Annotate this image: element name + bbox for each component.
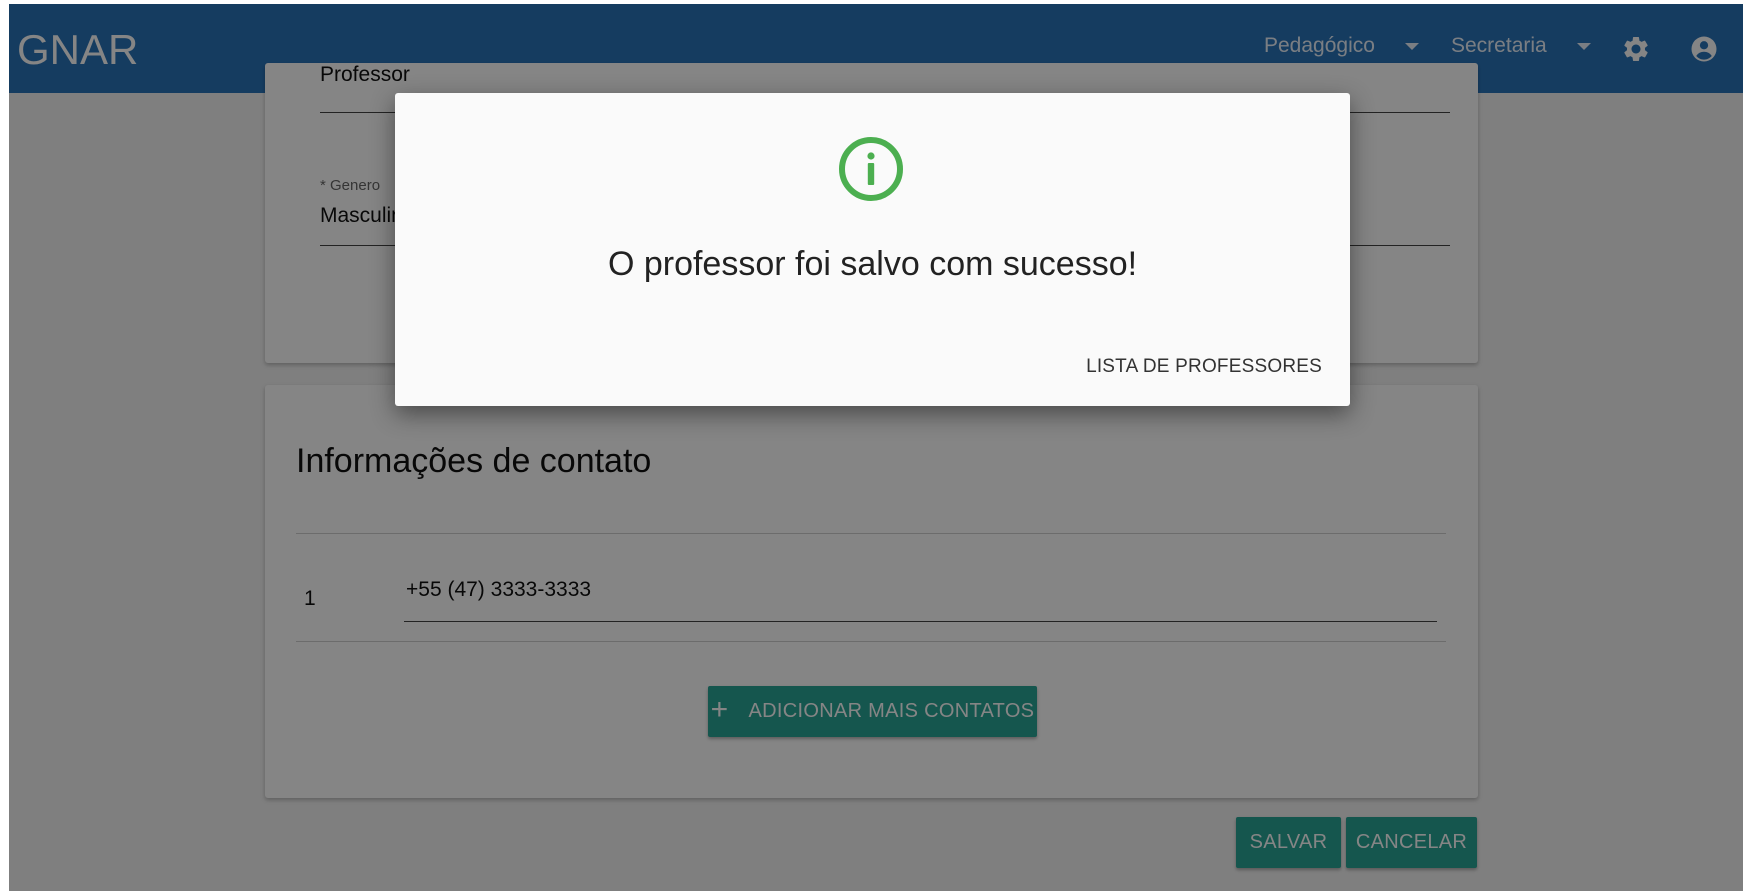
success-dialog: O professor foi salvo com sucesso! LISTA…: [395, 93, 1350, 406]
teacher-list-button[interactable]: LISTA DE PROFESSORES: [1086, 356, 1322, 378]
info-circle-icon: [839, 137, 903, 201]
dialog-message: O professor foi salvo com sucesso!: [607, 245, 1138, 283]
